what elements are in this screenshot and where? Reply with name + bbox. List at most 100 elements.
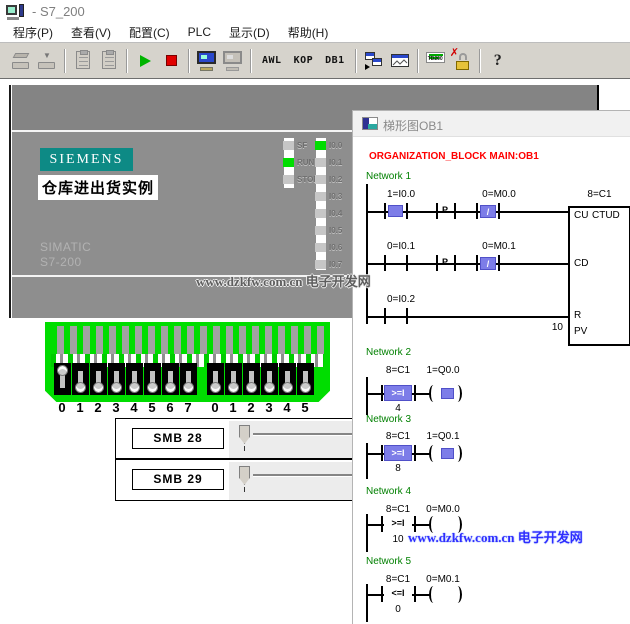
smb28-label: SMB 28 [132,428,224,449]
app-icon [6,4,24,20]
load-program-button[interactable] [8,48,34,74]
power-rail [366,443,368,479]
menu-plc[interactable]: PLC [179,23,220,41]
input-switch-12[interactable] [243,363,260,395]
stop-button[interactable] [158,48,184,74]
block-type-label: CTUD [592,210,620,221]
project-caption: 仓库进出货实例 [38,175,158,200]
contact-label: 0=M0.0 [465,189,533,200]
coil-label: 1=Q0.1 [415,431,471,442]
db1-button[interactable]: DB1 [319,55,351,66]
arrow-icon [365,64,370,70]
watermark-top: www.dzkfw.com.cn 电子开发网 [196,271,371,290]
compare-contact: >=I [384,385,412,401]
positive-edge-contact: P [437,257,453,267]
input-switch-10[interactable] [207,363,224,395]
program-blocks-button[interactable] [361,48,387,74]
cu-input-label: CU [574,210,588,221]
input-switch-15[interactable] [297,363,314,395]
panel-left-border [9,85,11,318]
watermark-bottom: www.dzkfw.com.cn 电子开发网 [408,527,583,546]
power-rail [366,377,368,415]
clipboard-db1-button[interactable] [96,48,122,74]
td200-icon: TD200 [426,52,445,63]
menu-bar: 程序(P) 查看(V) 配置(C) PLC 显示(D) 帮助(H) [0,22,630,43]
awl-button[interactable]: AWL [256,55,288,66]
arrow-down-icon: ▼ [43,51,51,60]
clipboard-icon [102,51,116,69]
monitor-off-button[interactable] [220,48,246,74]
x-icon: ✗ [450,48,459,59]
clipboard-awl-button[interactable] [70,48,96,74]
led-i02-label: I0.2 [329,175,342,184]
switch-numbers-1: 0 1 2 3 4 5 6 7 [53,400,197,415]
input-switch-3[interactable] [108,363,125,395]
network4-title: Network 4 [366,486,411,497]
toolbar-separator [188,49,190,73]
coil-right-paren [453,586,462,603]
help-button[interactable]: ? [485,48,511,74]
coil-label: 0=M0.1 [415,574,471,585]
smb28-slider [229,421,366,458]
menu-program[interactable]: 程序(P) [4,22,62,43]
background-window-corner [597,85,630,111]
led-i07-label: I0.7 [329,260,342,269]
power-rail [366,584,368,622]
input-switch-0[interactable] [54,363,71,395]
save-program-button[interactable]: ▼ [34,48,60,74]
coil-left-paren [429,445,438,462]
menu-view[interactable]: 查看(V) [62,22,120,43]
led-sf [283,141,294,150]
input-switch-6[interactable] [162,363,179,395]
kop-button[interactable]: KOP [288,55,320,66]
td200-button[interactable]: TD200 [423,48,449,74]
slider-handle[interactable] [239,425,250,444]
compare-contact: >=I [384,445,412,461]
input-switch-4[interactable] [126,363,143,395]
siemens-logo: SIEMENS [40,148,133,171]
contact-label: 1=I0.0 [371,189,431,200]
input-switch-14[interactable] [279,363,296,395]
smb29-panel: SMB 29 [115,459,367,501]
led-i00 [315,141,326,150]
menu-display[interactable]: 显示(D) [220,22,279,43]
input-switch-13[interactable] [261,363,278,395]
input-switch-5[interactable] [144,363,161,395]
menu-help[interactable]: 帮助(H) [279,22,338,43]
pv-input-label: PV [574,326,587,337]
nc-contact: / [480,205,496,218]
slider-track[interactable] [253,474,365,477]
r-input-label: R [574,310,581,321]
input-switch-1[interactable] [72,363,89,395]
slider-handle[interactable] [239,466,250,485]
switch-group-2 [207,363,314,395]
run-button[interactable] [132,48,158,74]
app-window: - S7_200 程序(P) 查看(V) 配置(C) PLC 显示(D) 帮助(… [0,0,630,624]
network5-title: Network 5 [366,556,411,567]
status-chart-button[interactable] [387,48,413,74]
positive-edge-contact: P [437,205,453,215]
led-i06-label: I0.6 [329,243,342,252]
input-switch-7[interactable] [180,363,197,395]
window-title: - S7_200 [32,4,85,19]
rung-line [366,263,568,265]
led-run-label: RUN [297,158,314,167]
ladder-window-title: 梯形图OB1 [383,117,443,134]
slider-track[interactable] [253,433,365,436]
password-lock-button[interactable]: ✗ [449,48,475,74]
smb28-panel: SMB 28 [115,418,367,459]
led-i03-label: I0.3 [329,192,342,201]
compare-contact: <=I [384,586,412,602]
menu-config[interactable]: 配置(C) [120,22,179,43]
monitor-on-button[interactable] [194,48,220,74]
terminal-pins [51,326,324,354]
power-rail [366,184,368,324]
lock-icon [456,61,469,70]
coil-left-paren [429,586,438,603]
power-rail [366,514,368,552]
smb29-label: SMB 29 [132,469,224,490]
input-switch-2[interactable] [90,363,107,395]
model-label: SIMATIC S7-200 [40,240,91,270]
ladder-window-titlebar[interactable]: 梯形图OB1 [353,111,630,137]
input-switch-11[interactable] [225,363,242,395]
